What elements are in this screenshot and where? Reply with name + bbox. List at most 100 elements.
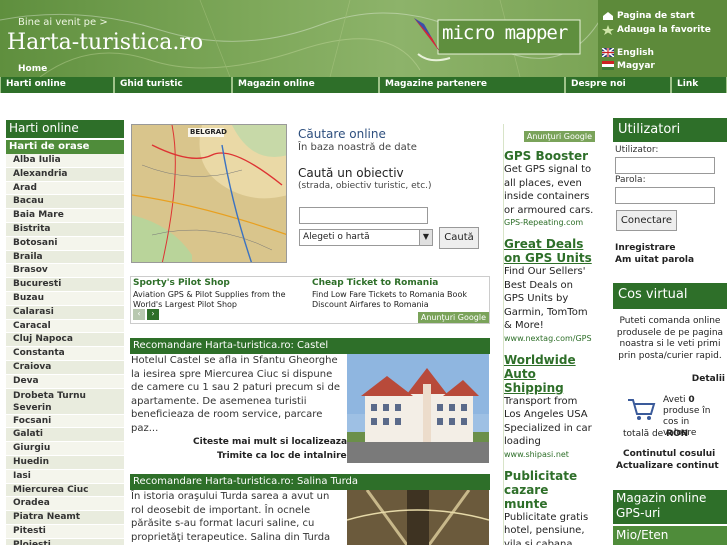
city-item[interactable]: Botosani — [6, 236, 124, 251]
nav-ghid-turistic[interactable]: Ghid turistic — [114, 77, 232, 93]
sidebar-title: Harti online — [6, 120, 124, 138]
map-select[interactable]: Alegeti o hartă ▼ — [299, 229, 433, 246]
salina-turda-photo[interactable] — [347, 490, 489, 545]
start-page-label: Pagina de start — [617, 11, 695, 21]
register-link[interactable]: Inregistrare — [615, 243, 676, 253]
google-ad-item[interactable]: Great Deals on GPS Units Find Our Sellers… — [504, 237, 595, 344]
google-ad-url[interactable]: www.nextag.com/GPS — [504, 333, 595, 344]
logo-text: micro mapper — [442, 22, 568, 44]
shop-next-title[interactable]: Mio/Eten — [613, 526, 727, 545]
google-ad-title[interactable]: Great Deals on GPS Units — [504, 237, 595, 265]
city-item[interactable]: Braila — [6, 250, 124, 265]
favorites-link[interactable]: Adauga la favorite — [602, 25, 711, 35]
search-subtitle: În baza noastră de date — [298, 142, 417, 153]
cart-total-label: totală de — [623, 429, 664, 439]
ad-next-button[interactable]: › — [147, 309, 159, 320]
city-item[interactable]: Bacau — [6, 195, 124, 210]
city-item[interactable]: Alexandria — [6, 167, 124, 182]
city-item[interactable]: Deva — [6, 374, 124, 389]
users-box: Utilizatori Utilizator: Parola: Conectar… — [613, 118, 727, 271]
sidebar-subtitle[interactable]: Harti de orase — [6, 140, 124, 154]
google-ad-text: Publicitate gratis hotel, pensiune, vila… — [504, 511, 589, 545]
cart-details-link[interactable]: Detalii — [692, 374, 725, 384]
ad-title-1[interactable]: Sporty's Pilot Shop — [133, 278, 230, 288]
city-item[interactable]: Baia Mare — [6, 209, 124, 223]
castel-meeting-link[interactable]: Trimite ca loc de intalnire — [217, 451, 347, 461]
chevron-down-icon[interactable]: ▼ — [419, 230, 432, 245]
home-link[interactable]: Home — [18, 64, 47, 74]
city-item[interactable]: Piatra Neamt — [6, 511, 124, 525]
cart-content-link[interactable]: Continutul cosului — [623, 449, 715, 459]
ad-text-2[interactable]: Find Low Fare Tickets to Romania Book Di… — [312, 290, 487, 310]
castel-hotel-photo[interactable] — [347, 354, 489, 463]
site-header: Bine ai venit pe > Harta-turistica.ro Ho… — [0, 0, 727, 77]
ad-title-2[interactable]: Cheap Ticket to Romania — [312, 278, 438, 288]
start-page-link[interactable]: Pagina de start — [602, 11, 695, 21]
city-list: Alba Iulia Alexandria Arad Bacau Baia Mare Bi… — [6, 154, 124, 545]
username-field[interactable] — [615, 157, 715, 174]
nav-harti-online[interactable]: Harti online — [0, 77, 114, 93]
city-item[interactable]: Huedin — [6, 455, 124, 470]
recommendation-castel-title[interactable]: Recomandare Harta-turistica.ro: Castel — [130, 338, 490, 354]
google-ad-item[interactable]: Worldwide Auto Shipping Transport from Lo… — [504, 353, 595, 460]
city-item[interactable]: Iasi — [6, 469, 124, 484]
cart-count: 0 — [688, 395, 695, 405]
city-item[interactable]: Craiova — [6, 360, 124, 375]
objective-search-input[interactable] — [299, 207, 428, 224]
city-item[interactable]: Buzau — [6, 291, 124, 306]
castel-read-more-link[interactable]: Citeste mai mult si localizeaza — [193, 437, 347, 447]
city-item[interactable]: Calarasi — [6, 305, 124, 320]
nav-despre-noi[interactable]: Despre noi — [565, 77, 671, 93]
google-ads-tag[interactable]: Anunţuri Google — [417, 312, 489, 323]
magyar-link[interactable]: Magyar — [602, 61, 655, 71]
ad-text-1[interactable]: Aviation GPS & Pilot Supplies from the W… — [133, 290, 311, 310]
nav-magazin-online[interactable]: Magazin online — [232, 77, 379, 93]
cart-update-link[interactable]: Actualizare continut — [616, 461, 719, 471]
google-ad-item[interactable]: Publicitate cazare munte Publicitate grat… — [504, 469, 595, 545]
ad-prev-button[interactable]: ‹ — [133, 309, 145, 320]
google-ad-url[interactable]: www.shipasi.net — [504, 449, 595, 460]
welcome-text: Bine ai venit pe > — [18, 17, 108, 28]
city-item[interactable]: Constanta — [6, 347, 124, 361]
google-ad-title[interactable]: Worldwide Auto Shipping — [504, 353, 595, 395]
nav-link[interactable]: Link — [671, 77, 727, 93]
city-item[interactable]: Alba Iulia — [6, 154, 124, 168]
city-item[interactable]: Bistrita — [6, 222, 124, 237]
recommendation-castel-text: Hotelul Castel se afla in Sfantu Gheorgh… — [131, 355, 340, 434]
city-item[interactable]: Focsani — [6, 414, 124, 429]
password-field[interactable] — [615, 187, 715, 204]
city-item[interactable]: Caracal — [6, 319, 124, 334]
city-item[interactable]: Arad — [6, 181, 124, 196]
google-column-tag[interactable]: Anunţuri Google — [523, 131, 595, 142]
google-ad-url[interactable]: GPS-Repeating.com — [504, 217, 595, 228]
romania-map-thumbnail[interactable]: BELGRAD — [131, 124, 287, 263]
google-ad-item[interactable]: GPS Booster Get GPS signal to all places,… — [504, 149, 595, 228]
city-item[interactable]: Ploiesti — [6, 538, 124, 545]
city-item[interactable]: Miercurea Ciuc — [6, 483, 124, 498]
search-title: Căutare online — [298, 127, 386, 141]
google-ad-title[interactable]: Publicitate cazare munte — [504, 469, 595, 511]
city-item[interactable]: Pitesti — [6, 524, 124, 539]
magyar-label: Magyar — [617, 61, 655, 71]
search-button[interactable]: Caută — [439, 227, 479, 249]
shop-gps-title[interactable]: Magazin online GPS-uri — [613, 490, 727, 524]
english-link[interactable]: English — [601, 47, 654, 58]
site-name[interactable]: Harta-turistica.ro — [7, 30, 203, 55]
google-ad-title[interactable]: GPS Booster — [504, 149, 595, 163]
recommendation-salina-title[interactable]: Recomandare Harta-turistica.ro: Salina T… — [130, 474, 490, 490]
city-item[interactable]: Brasov — [6, 264, 124, 279]
city-item[interactable]: Cluj Napoca — [6, 333, 124, 348]
city-item[interactable]: Galati — [6, 428, 124, 443]
forgot-password-link[interactable]: Am uitat parola — [615, 255, 694, 265]
city-item[interactable]: Drobeta Turnu Severin — [6, 388, 124, 415]
star-icon — [602, 25, 614, 35]
city-item[interactable]: Oradea — [6, 497, 124, 512]
shopping-cart-icon[interactable] — [626, 397, 656, 421]
city-item[interactable]: Giurgiu — [6, 442, 124, 456]
nav-magazine-partenere[interactable]: Magazine partenere — [379, 77, 565, 93]
favorites-label: Adauga la favorite — [617, 25, 711, 35]
google-ads-column: Anunţuri Google GPS Booster Get GPS signa… — [503, 124, 595, 545]
login-button[interactable]: Conectare — [616, 210, 677, 231]
objective-hint: (strada, obiectiv turistic, etc.) — [298, 181, 432, 191]
city-item[interactable]: Bucuresti — [6, 278, 124, 292]
